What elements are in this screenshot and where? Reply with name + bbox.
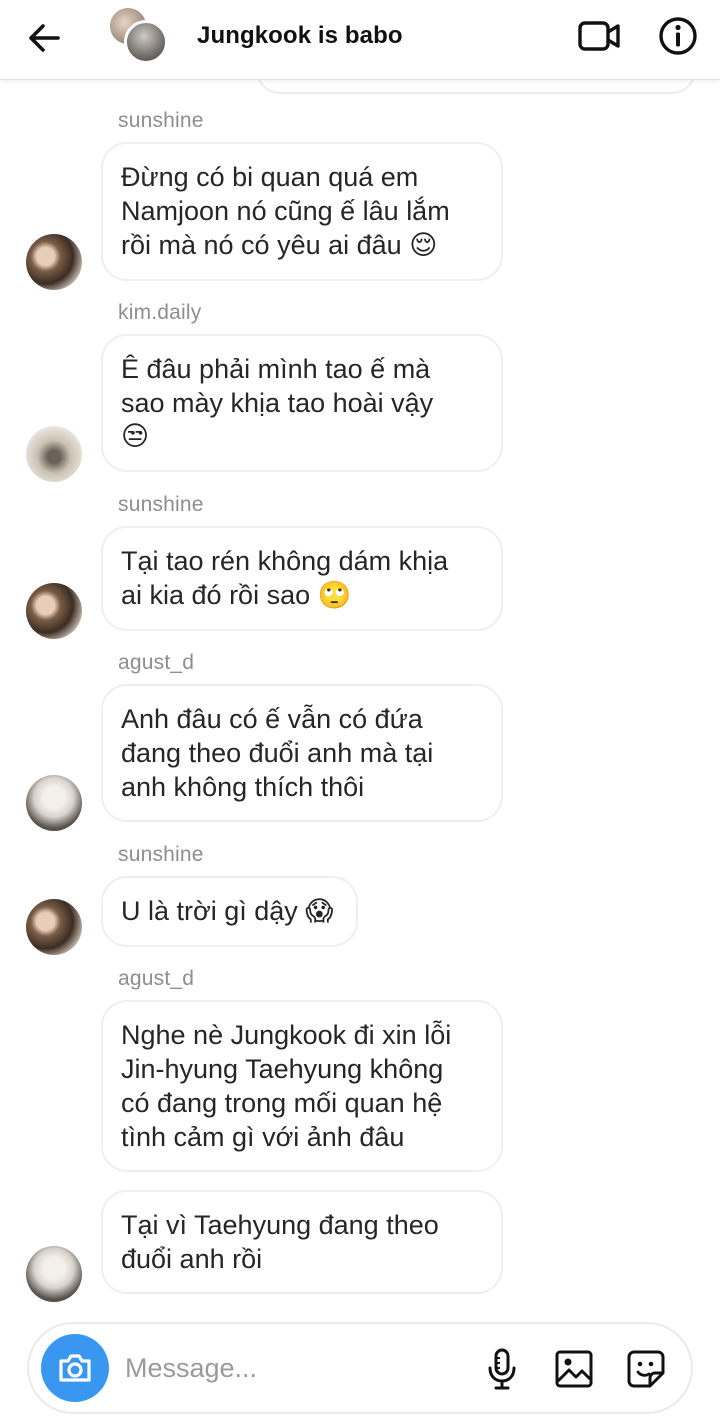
unamused-face-emoji: 😒 xyxy=(121,421,150,452)
message-bubble[interactable]: Nghe nè Jungkook đi xin lỗi Jin-hyung Ta… xyxy=(101,1000,503,1172)
sender-name: sunshine xyxy=(118,843,204,866)
microphone-icon xyxy=(488,1348,516,1390)
arrow-left-icon xyxy=(29,24,60,52)
message-bubble[interactable]: Ê đâu phải mình tao ế mà sao mày khịa ta… xyxy=(101,334,503,472)
message-line: có đang trong mối quan hệ xyxy=(121,1088,443,1118)
avatar[interactable] xyxy=(26,234,82,290)
avatar xyxy=(124,20,168,64)
info-icon xyxy=(659,17,697,55)
message-line: đang theo đuổi anh mà tại xyxy=(121,738,434,768)
sender-name: kim.daily xyxy=(118,301,202,324)
image-gallery-icon xyxy=(555,1350,593,1388)
avatar[interactable] xyxy=(26,1246,82,1302)
info-button[interactable] xyxy=(654,12,702,60)
avatar[interactable] xyxy=(26,426,82,482)
microphone-button[interactable] xyxy=(484,1346,520,1392)
chat-header: Jungkook is babo xyxy=(0,0,720,80)
sticker-icon xyxy=(627,1350,665,1388)
message-line: U là trời gì dậy xyxy=(121,896,298,926)
message-line: sao mày khịa tao hoài vậy xyxy=(121,388,434,418)
message-bubble[interactable]: U là trời gì dậy 😱 xyxy=(101,876,358,947)
avatar[interactable] xyxy=(26,899,82,955)
message-line: anh không thích thôi xyxy=(121,772,365,802)
group-avatar[interactable] xyxy=(108,6,168,64)
message-line: Đừng có bi quan quá em xyxy=(121,162,419,192)
screaming-face-emoji: 😱 xyxy=(305,896,334,927)
message-line: Tại vì Taehyung đang theo xyxy=(121,1210,439,1240)
message-line: Anh đâu có ế vẫn có đứa xyxy=(121,704,423,734)
message-bubble[interactable]: Tại tao rén không dám khịa ai kia đó rồi… xyxy=(101,526,503,631)
eye-roll-emoji: 🙄 xyxy=(317,580,352,611)
message-line: tình cảm gì với ảnh đâu xyxy=(121,1122,405,1152)
gallery-button[interactable] xyxy=(553,1348,595,1390)
video-camera-icon xyxy=(578,21,620,51)
message-line: Ê đâu phải mình tao ế mà xyxy=(121,354,431,384)
camera-icon xyxy=(59,1354,91,1382)
message-bubble[interactable]: Anh đâu có ế vẫn có đứa đang theo đuổi a… xyxy=(101,684,503,822)
sender-name: agust_d xyxy=(118,967,195,990)
message-line: Namjoon nó cũng ế lâu lắm xyxy=(121,196,450,226)
message-bubble[interactable]: Tại vì Taehyung đang theo đuổi anh rồi xyxy=(101,1190,503,1294)
avatar[interactable] xyxy=(26,775,82,831)
message-bubble[interactable]: Đừng có bi quan quá em Namjoon nó cũng ế… xyxy=(101,142,503,281)
avatar[interactable] xyxy=(26,583,82,639)
message-line: Tại tao rén không dám khịa xyxy=(121,546,449,576)
sender-name: sunshine xyxy=(118,109,204,132)
message-line: ai kia đó rồi sao xyxy=(121,580,311,610)
message-line: rồi mà nó có yêu ai đâu xyxy=(121,230,402,260)
relieved-face-emoji: 😌 xyxy=(409,230,438,261)
message-line: Jin-hyung Taehyung không xyxy=(121,1054,444,1084)
message-line: Nghe nè Jungkook đi xin lỗi xyxy=(121,1020,452,1050)
message-line: đuổi anh rồi xyxy=(121,1244,263,1274)
sender-name: agust_d xyxy=(118,651,195,674)
camera-button[interactable] xyxy=(41,1334,109,1402)
message-composer xyxy=(27,1322,693,1414)
sticker-button[interactable] xyxy=(625,1348,667,1390)
sender-name: sunshine xyxy=(118,493,204,516)
chat-title[interactable]: Jungkook is babo xyxy=(197,22,403,50)
back-button[interactable] xyxy=(22,16,66,60)
video-call-button[interactable] xyxy=(574,14,624,58)
message-input[interactable] xyxy=(125,1346,465,1390)
